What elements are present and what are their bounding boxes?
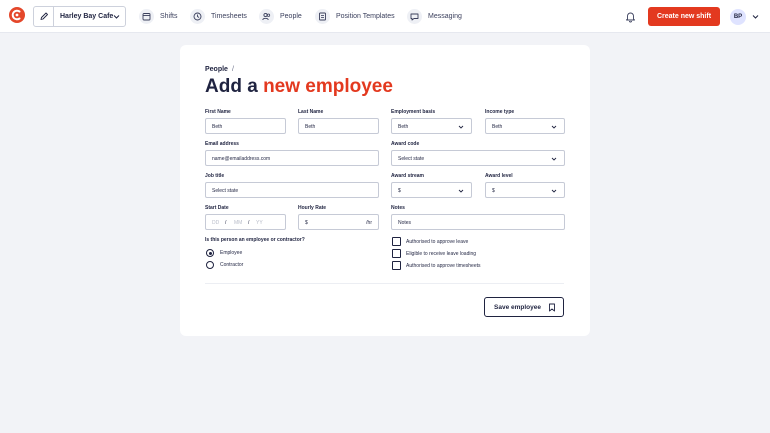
breadcrumb: People / bbox=[205, 66, 234, 73]
currency-prefix: $ bbox=[305, 220, 308, 226]
start-date-month[interactable]: MM bbox=[234, 220, 242, 226]
save-employee-label: Save employee bbox=[494, 304, 541, 311]
award-level-label: Award level bbox=[485, 173, 513, 179]
chevron-down-icon bbox=[551, 157, 557, 161]
notes-placeholder: Notes bbox=[398, 220, 412, 226]
employee-radio-label: Employee bbox=[220, 250, 243, 256]
chevron-down-icon bbox=[458, 125, 464, 129]
income-type-select[interactable]: Beth bbox=[485, 118, 565, 134]
job-title-label: Job title bbox=[205, 173, 225, 179]
approve-leave-label: Authorised to approve leave bbox=[406, 239, 469, 245]
nav-people-label: People bbox=[280, 13, 302, 20]
edit-business-button[interactable] bbox=[34, 7, 54, 26]
email-value: name@emailaddress.com bbox=[212, 156, 271, 162]
leave-loading-checkbox[interactable] bbox=[392, 249, 401, 258]
top-navigation-bar: Harley Bay Cafe Shifts Timesheets People… bbox=[0, 0, 770, 33]
award-stream-value: $ bbox=[398, 188, 401, 194]
hourly-rate-field[interactable]: $ /hr bbox=[298, 214, 379, 230]
chevron-down-icon bbox=[113, 15, 120, 19]
date-separator: / bbox=[248, 220, 250, 226]
chevron-down-icon bbox=[551, 125, 557, 129]
template-icon bbox=[315, 9, 330, 24]
per-hour-suffix: /hr bbox=[366, 220, 372, 226]
hourly-rate-label: Hourly Rate bbox=[298, 205, 327, 211]
form-divider bbox=[205, 283, 564, 284]
award-code-value: Select state bbox=[398, 156, 425, 162]
calendar-icon bbox=[139, 9, 154, 24]
app-logo-icon[interactable] bbox=[9, 7, 25, 23]
chevron-down-icon bbox=[458, 189, 464, 193]
create-new-shift-button[interactable]: Create new shift bbox=[648, 7, 720, 26]
start-date-label: Start Date bbox=[205, 205, 229, 211]
chevron-down-icon[interactable] bbox=[752, 13, 759, 20]
clock-icon bbox=[190, 9, 205, 24]
start-date-year[interactable]: YY bbox=[256, 220, 263, 226]
income-type-label: Income type bbox=[485, 109, 515, 115]
last-name-value: Beth bbox=[305, 124, 316, 130]
leave-loading-label: Eligible to receive leave loading bbox=[406, 251, 477, 257]
award-level-value: $ bbox=[492, 188, 495, 194]
start-date-day[interactable]: DD bbox=[212, 220, 219, 226]
contractor-radio[interactable] bbox=[206, 261, 214, 269]
page-title-prefix: Add a bbox=[205, 76, 258, 97]
pencil-icon bbox=[40, 12, 48, 20]
page-title-accent: new employee bbox=[263, 76, 393, 97]
employment-basis-label: Employment basis bbox=[391, 109, 436, 115]
award-code-select[interactable]: Select state bbox=[391, 150, 565, 166]
nav-messaging-label: Messaging bbox=[428, 13, 462, 20]
notifications-bell-icon[interactable] bbox=[623, 9, 638, 24]
approve-timesheets-label: Authorised to approve timesheets bbox=[406, 263, 481, 269]
approve-leave-checkbox[interactable] bbox=[392, 237, 401, 246]
email-field[interactable]: name@emailaddress.com bbox=[205, 150, 379, 166]
breadcrumb-separator: / bbox=[231, 66, 234, 73]
award-level-select[interactable]: $ bbox=[485, 182, 565, 198]
business-name: Harley Bay Cafe bbox=[60, 13, 114, 20]
chat-icon bbox=[407, 9, 422, 24]
employment-basis-value: Beth bbox=[398, 124, 409, 130]
date-separator: / bbox=[225, 220, 227, 226]
job-title-value: Select state bbox=[212, 188, 239, 194]
email-label: Email address bbox=[205, 141, 239, 147]
first-name-value: Beth bbox=[212, 124, 223, 130]
notes-field[interactable]: Notes bbox=[391, 214, 565, 230]
first-name-label: First Name bbox=[205, 109, 231, 115]
save-employee-button[interactable]: Save employee bbox=[484, 297, 564, 317]
notes-label: Notes bbox=[391, 205, 405, 211]
person-type-question: Is this person an employee or contractor… bbox=[205, 237, 305, 243]
employee-radio[interactable] bbox=[206, 249, 214, 257]
nav-shifts-label: Shifts bbox=[160, 13, 178, 20]
income-type-value: Beth bbox=[492, 124, 503, 130]
award-code-label: Award code bbox=[391, 141, 420, 147]
nav-position-templates-label: Position Templates bbox=[336, 13, 395, 20]
nav-timesheets-label: Timesheets bbox=[211, 13, 247, 20]
last-name-label: Last Name bbox=[298, 109, 324, 115]
job-title-field[interactable]: Select state bbox=[205, 182, 379, 198]
bookmark-icon bbox=[549, 303, 555, 312]
contractor-radio-label: Contractor bbox=[220, 262, 244, 268]
award-stream-label: Award stream bbox=[391, 173, 424, 179]
page-title: Add a new employee bbox=[205, 76, 393, 98]
approve-timesheets-checkbox[interactable] bbox=[392, 261, 401, 270]
breadcrumb-people-link[interactable]: People bbox=[205, 66, 228, 73]
people-icon bbox=[259, 9, 274, 24]
add-employee-card: People / Add a new employee First Name Be… bbox=[180, 45, 590, 336]
award-stream-select[interactable]: $ bbox=[391, 182, 472, 198]
last-name-field[interactable]: Beth bbox=[298, 118, 379, 134]
business-switcher[interactable]: Harley Bay Cafe bbox=[33, 6, 126, 27]
employment-basis-select[interactable]: Beth bbox=[391, 118, 472, 134]
chevron-down-icon bbox=[551, 189, 557, 193]
user-avatar[interactable]: BP bbox=[730, 9, 746, 25]
first-name-field[interactable]: Beth bbox=[205, 118, 286, 134]
start-date-field[interactable]: DD / MM / YY bbox=[205, 214, 286, 230]
